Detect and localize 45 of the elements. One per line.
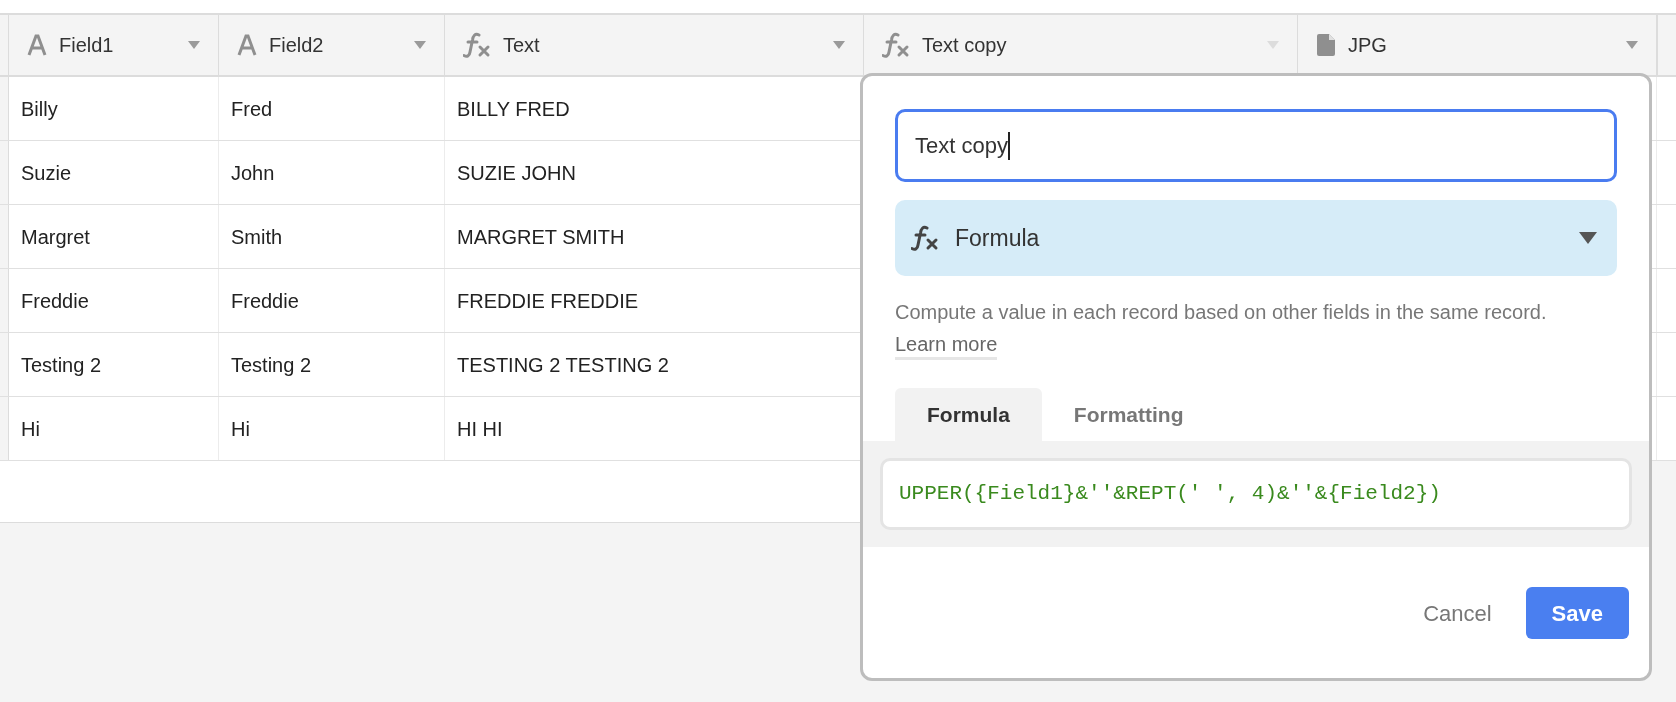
input-text: Text copy [915, 132, 1008, 160]
column-title: Text copy [922, 33, 1007, 58]
function-icon [882, 32, 910, 58]
table-cell-text: HI HI [457, 416, 503, 442]
field-type-dropdown[interactable]: Formula [895, 200, 1617, 276]
table-cell-text: MARGRET SMITH [457, 224, 625, 250]
table-cell-text: Freddie [21, 288, 89, 314]
field-type-label: Formula [955, 223, 1040, 253]
table-cell-text: Smith [231, 224, 283, 250]
table-cell-text: FREDDIE FREDDIE [457, 288, 639, 314]
table-cell-text: Freddie [231, 288, 299, 314]
text-type-icon [27, 34, 47, 56]
column-header[interactable]: Text [445, 15, 864, 75]
save-button[interactable]: Save [1525, 587, 1629, 639]
tab[interactable]: Formula [895, 388, 1042, 441]
table-cell-text: Hi [21, 416, 40, 442]
formula-editor[interactable]: UPPER({Field1}&''&REPT(' ', 4)&''&{Field2}) [880, 458, 1632, 530]
caret-icon [1579, 232, 1597, 244]
description-text: Compute a value in each record based on other fields in the same record. Learn more [895, 296, 1585, 360]
text-type-icon [237, 34, 257, 56]
column-title: JPG [1348, 33, 1387, 58]
function-icon [911, 225, 939, 251]
table-cell-text: Testing 2 [231, 352, 312, 378]
column-header[interactable]: Field2 [219, 15, 445, 75]
table-cell-text: Fred [231, 96, 273, 122]
table-cell-text: Billy [21, 96, 58, 122]
column-header[interactable]: Field1 [9, 15, 219, 75]
document-icon [1316, 33, 1336, 57]
table-cell-text: John [231, 160, 275, 186]
column-title: Field2 [269, 33, 324, 58]
table-cell-text: Margret [21, 224, 90, 250]
formula-code: UPPER({Field1}&''&REPT(' ', 4)&''&{Field2}) [899, 481, 1441, 508]
table-cell-text: TESTING 2 TESTING 2 [457, 352, 669, 378]
table-cell-text: Hi [231, 416, 250, 442]
table-cell-text: SUZIE JOHN [457, 160, 576, 186]
add-row-area[interactable] [0, 461, 860, 523]
column-title: Text [503, 33, 540, 58]
function-icon [463, 32, 491, 58]
table-cell-text: Testing 2 [21, 352, 102, 378]
table-cell-text: BILLY FRED [457, 96, 570, 122]
table-cell-text: Suzie [21, 160, 72, 186]
field-name-input[interactable]: Text copy [895, 109, 1617, 182]
column-title: Field1 [59, 33, 114, 58]
cancel-button[interactable]: Cancel [1419, 587, 1496, 639]
learn-more-link[interactable]: Learn more [895, 333, 998, 360]
